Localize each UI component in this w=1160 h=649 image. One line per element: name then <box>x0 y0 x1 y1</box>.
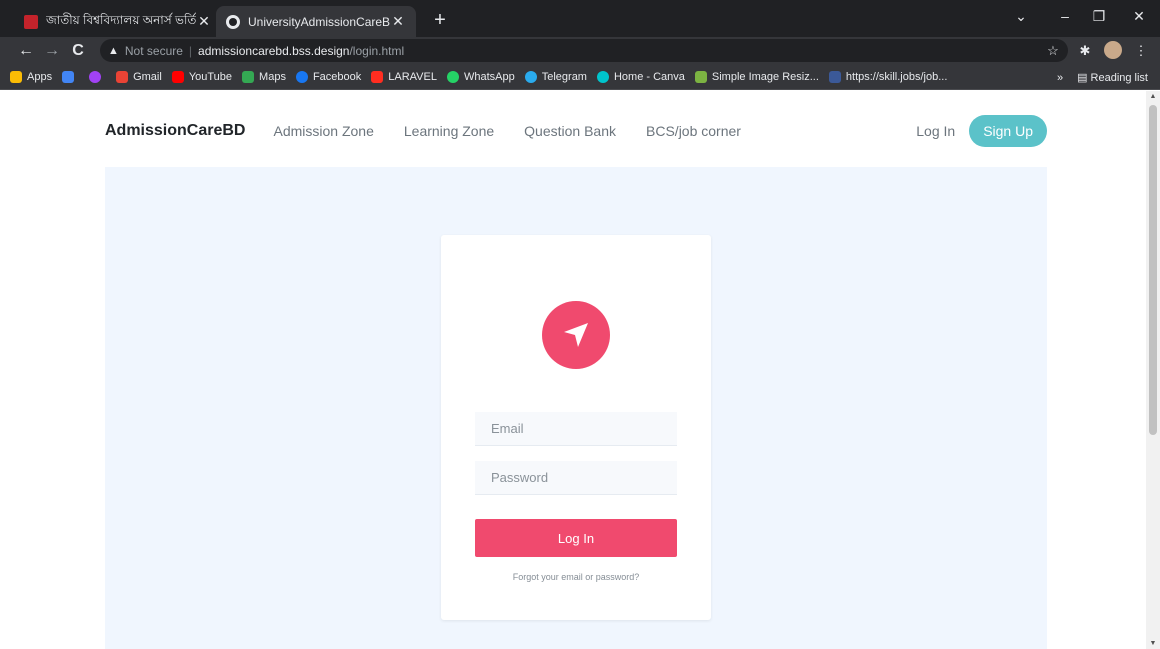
bookmarks-bar: Apps Gmail YouTube Maps Facebook LARAVEL… <box>0 65 1160 90</box>
menu-icon[interactable]: ⋮ <box>1132 43 1150 59</box>
scrollbar-thumb[interactable] <box>1149 105 1157 435</box>
skill-jobs-icon <box>828 71 841 83</box>
browser-tab[interactable]: জাতীয় বিশ্ববিদ্যালয় অনার্স ভর্তি বি ✕ <box>14 6 222 37</box>
page-scrollbar[interactable]: ▲ ▼ <box>1146 91 1160 649</box>
bookmark-label: YouTube <box>188 71 233 83</box>
bookmark-label: https://skill.jobs/job... <box>845 71 948 83</box>
tab-search-icon[interactable]: ⌄ <box>1006 8 1036 25</box>
bookmark-facebook[interactable]: Facebook <box>295 71 362 83</box>
canva-icon <box>596 71 609 83</box>
site-favicon-icon <box>24 14 38 29</box>
bookmarks-overflow-button[interactable]: » <box>1057 72 1063 84</box>
bookmark-label: LARAVEL <box>388 71 437 83</box>
extensions-icon[interactable]: ✱ <box>1076 43 1094 59</box>
whatsapp-icon <box>446 71 459 83</box>
tab-title: জাতীয় বিশ্ববিদ্যালয় অনার্স ভর্তি বি <box>46 12 196 27</box>
nav-learning-zone[interactable]: Learning Zone <box>404 123 494 139</box>
bookmark-youtube[interactable]: YouTube <box>171 71 233 83</box>
close-icon[interactable]: ✕ <box>196 13 212 30</box>
nav-admission-zone[interactable]: Admission Zone <box>273 123 373 139</box>
minimize-icon[interactable]: – <box>1050 8 1080 24</box>
bookmark-gmail[interactable]: Gmail <box>116 71 162 83</box>
browser-tab-active[interactable]: UniversityAdmissionCareBD ✕ <box>216 6 416 37</box>
password-field[interactable] <box>475 461 677 495</box>
browser-tab-bar: জাতীয় বিশ্ববিদ্যালয় অনার্স ভর্তি বি ✕ … <box>0 0 1160 37</box>
signup-button[interactable]: Sign Up <box>969 115 1047 147</box>
reading-list-label: Reading list <box>1090 72 1148 84</box>
address-bar[interactable]: ▲ Not secure | admissioncarebd.bss.desig… <box>100 39 1068 62</box>
bookmark-label: Gmail <box>133 71 162 83</box>
bookmark-maps[interactable]: Maps <box>242 71 286 83</box>
url-host: admissioncarebd.bss.design <box>198 43 350 58</box>
apps-grid-icon <box>10 71 22 83</box>
nav-question-bank[interactable]: Question Bank <box>524 123 616 139</box>
youtube-icon <box>171 71 184 83</box>
login-section: Log In Forgot your email or password? <box>105 167 1047 649</box>
bookmark-translate[interactable] <box>62 71 79 83</box>
gmail-icon <box>116 71 129 83</box>
globe-icon <box>226 14 240 29</box>
restore-icon[interactable]: ❐ <box>1084 8 1114 25</box>
warning-icon: ▲ <box>108 44 119 57</box>
image-resizer-icon <box>694 71 707 83</box>
bookmark-label: WhatsApp <box>463 71 515 83</box>
translate-icon <box>62 71 75 83</box>
login-card: Log In Forgot your email or password? <box>441 235 711 620</box>
reading-list-button[interactable]: ▤ Reading list <box>1077 71 1148 84</box>
facebook-icon <box>295 71 308 83</box>
bookmark-telegram[interactable]: Telegram <box>524 71 587 83</box>
telegram-icon <box>524 71 537 83</box>
logo-badge <box>542 301 610 369</box>
back-icon[interactable]: ← <box>16 41 36 61</box>
security-label: Not secure <box>124 43 183 58</box>
messenger-icon <box>89 71 102 83</box>
tab-title: UniversityAdmissionCareBD <box>248 14 390 29</box>
site-brand[interactable]: AdmissionCareBD <box>105 122 245 140</box>
forward-icon[interactable]: → <box>42 41 62 61</box>
profile-avatar[interactable] <box>1104 41 1122 59</box>
bookmark-star-icon[interactable]: ☆ <box>1044 43 1062 59</box>
bookmark-label: Home - Canva <box>613 71 685 83</box>
web-page: AdmissionCareBD Admission Zone Learning … <box>0 91 1160 649</box>
scroll-down-icon[interactable]: ▼ <box>1146 640 1160 647</box>
reload-icon[interactable]: C <box>68 41 88 61</box>
bookmark-label: Simple Image Resiz... <box>711 71 819 83</box>
bookmark-image-resizer[interactable]: Simple Image Resiz... <box>694 71 819 83</box>
maps-icon <box>242 71 255 83</box>
scroll-up-icon[interactable]: ▲ <box>1146 93 1160 100</box>
bookmark-apps[interactable]: Apps <box>10 71 52 83</box>
bookmark-messenger[interactable] <box>89 71 106 83</box>
bookmark-whatsapp[interactable]: WhatsApp <box>446 71 515 83</box>
divider: | <box>188 43 193 58</box>
window-close-icon[interactable]: ✕ <box>1124 8 1154 25</box>
bookmark-label: Apps <box>27 71 53 83</box>
new-tab-button[interactable]: + <box>428 8 452 32</box>
forgot-password-link[interactable]: Forgot your email or password? <box>441 572 711 582</box>
bookmark-label: Facebook <box>312 71 362 83</box>
bookmark-label: Telegram <box>541 71 587 83</box>
url-path: /login.html <box>349 43 405 58</box>
reading-list-icon: ▤ <box>1077 72 1091 84</box>
browser-toolbar: ← → C ▲ Not secure | admissioncarebd.bss… <box>0 37 1160 65</box>
send-arrow-icon <box>564 323 588 347</box>
site-navbar: AdmissionCareBD Admission Zone Learning … <box>105 115 1047 147</box>
bookmark-label: Maps <box>259 71 286 83</box>
bookmark-laravel[interactable]: LARAVEL <box>371 71 437 83</box>
nav-bcs-job-corner[interactable]: BCS/job corner <box>646 123 741 139</box>
bookmark-canva[interactable]: Home - Canva <box>596 71 685 83</box>
laravel-icon <box>371 71 384 83</box>
login-button[interactable]: Log In <box>475 519 677 557</box>
close-icon[interactable]: ✕ <box>390 13 406 30</box>
email-field[interactable] <box>475 412 677 446</box>
nav-login-link[interactable]: Log In <box>916 123 955 139</box>
bookmark-skill-jobs[interactable]: https://skill.jobs/job... <box>828 71 948 83</box>
